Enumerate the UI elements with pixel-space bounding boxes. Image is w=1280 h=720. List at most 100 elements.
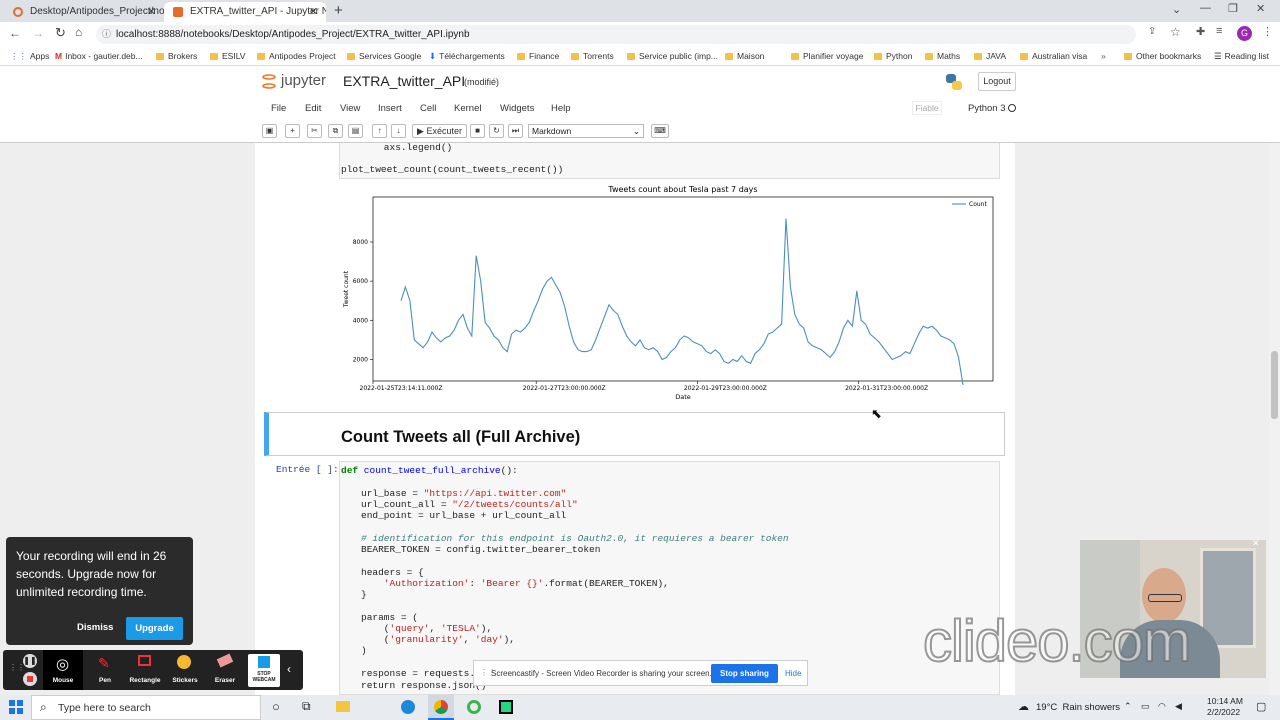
menu-cell[interactable]: Cell: [420, 103, 436, 114]
bookmark-planifier-voyage[interactable]: Planifier voyage: [791, 51, 863, 61]
menu-insert[interactable]: Insert: [378, 103, 402, 114]
close-tab-icon[interactable]: ✕: [147, 2, 156, 22]
bookmark-maison[interactable]: Maison: [725, 51, 764, 61]
pause-icon[interactable]: ❚❚: [23, 654, 37, 668]
profile-avatar[interactable]: G: [1237, 26, 1252, 41]
collapse-toolbar-icon[interactable]: ‹: [287, 662, 291, 676]
minimize-icon[interactable]: —: [1200, 2, 1211, 14]
weather-text[interactable]: 19°C Rain showers: [1036, 702, 1120, 713]
trusted-indicator[interactable]: Fiable: [912, 101, 942, 115]
notebook-title[interactable]: EXTRA_twitter_API: [343, 73, 465, 89]
bookmark-esilv[interactable]: ESILV: [210, 51, 245, 61]
page-scrollbar[interactable]: [1269, 143, 1280, 695]
close-webcam-icon[interactable]: ✕: [1252, 540, 1260, 549]
more-bookmarks-icon[interactable]: »: [1101, 51, 1106, 61]
bookmark-other[interactable]: Other bookmarks: [1124, 51, 1201, 61]
paste-icon[interactable]: ▤: [348, 124, 363, 138]
back-icon[interactable]: ←: [9, 26, 21, 40]
dismiss-button[interactable]: Dismiss: [77, 622, 113, 633]
restart-run-all-icon[interactable]: ⏭: [508, 124, 523, 138]
tool-rectangle[interactable]: Rectangle: [125, 650, 165, 690]
network-icon[interactable]: ▭: [1141, 701, 1150, 712]
bookmark-finance[interactable]: Finance: [517, 51, 559, 61]
jupyter-logo-text[interactable]: jupyter: [281, 72, 326, 89]
stop-webcam-button[interactable]: STOP WEBCAM: [248, 654, 280, 687]
menu-kebab-icon[interactable]: ⋮: [1262, 25, 1273, 38]
save-icon[interactable]: ▣: [262, 124, 277, 138]
wifi-icon[interactable]: ◠: [1158, 701, 1166, 712]
add-cell-icon[interactable]: +: [285, 124, 300, 138]
hide-share-bar-button[interactable]: Hide: [785, 669, 801, 678]
code-line: def count_tweet_full_archive():: [341, 465, 518, 476]
bookmark-telechargements[interactable]: ⬇ Téléchargements: [429, 51, 505, 62]
tool-eraser[interactable]: Eraser: [205, 650, 245, 690]
home-icon[interactable]: ⌂: [75, 25, 82, 39]
clock-time[interactable]: 10:14 AM: [1207, 696, 1243, 706]
command-palette-icon[interactable]: ⌨: [651, 124, 669, 138]
windows-start-icon[interactable]: [9, 700, 23, 714]
close-window-icon[interactable]: ✕: [1256, 2, 1265, 15]
scrollbar-thumb[interactable]: [1271, 351, 1278, 419]
reload-icon[interactable]: ↻: [55, 25, 66, 41]
interrupt-icon[interactable]: ■: [470, 124, 485, 138]
drag-handle-icon[interactable]: ⋮⋮: [9, 663, 25, 672]
clock-date[interactable]: 2/2/2022: [1207, 707, 1240, 717]
tool-stickers[interactable]: Stickers: [165, 650, 205, 690]
logout-button[interactable]: Logout: [978, 72, 1016, 91]
close-tab-icon[interactable]: ✕: [309, 2, 318, 22]
taskbar-search-box[interactable]: ⌕ Type here to search: [31, 695, 261, 720]
reading-list[interactable]: ☰ Reading list: [1214, 51, 1269, 62]
file-explorer-icon[interactable]: [336, 701, 350, 712]
cell-type-select[interactable]: Markdown ⌄: [528, 124, 644, 138]
notifications-icon[interactable]: ▢: [1256, 700, 1266, 713]
cortana-icon[interactable]: ○: [272, 699, 280, 714]
move-down-icon[interactable]: ↓: [391, 124, 406, 138]
menu-view[interactable]: View: [340, 103, 360, 114]
menu-kernel[interactable]: Kernel: [454, 103, 481, 114]
bookmark-services-google[interactable]: Services Google: [347, 51, 421, 61]
bookmark-python[interactable]: Python: [874, 51, 912, 61]
maximize-icon[interactable]: ❐: [1228, 2, 1238, 15]
code-line: url_base = "https://api.twitter.com": [361, 488, 567, 499]
move-up-icon[interactable]: ↑: [372, 124, 387, 138]
share-icon[interactable]: ⇪: [1148, 26, 1156, 37]
tool-pen[interactable]: ✎ Pen: [85, 650, 125, 690]
forward-icon[interactable]: →: [32, 26, 44, 40]
menu-file[interactable]: File: [271, 103, 286, 114]
menu-widgets[interactable]: Widgets: [500, 103, 534, 114]
bookmark-maths[interactable]: Maths: [925, 51, 960, 61]
menu-edit[interactable]: Edit: [305, 103, 321, 114]
bookmark-antipodes[interactable]: Antipodes Project: [257, 51, 336, 61]
browser-tab-1[interactable]: Desktop/Antipodes_Project/note ✕: [4, 2, 164, 22]
upgrade-button[interactable]: Upgrade: [126, 617, 183, 640]
bookmark-torrents[interactable]: Torrents: [571, 51, 614, 61]
bookmark-inbox[interactable]: M Inbox - gautier.deb...: [55, 51, 143, 61]
bookmark-apps[interactable]: ⋮⋮ Apps: [10, 51, 49, 62]
address-bar[interactable]: ⓘ localhost:8888/notebooks/Desktop/Antip…: [96, 25, 1136, 44]
task-view-icon[interactable]: ⧉: [302, 699, 311, 714]
extensions-icon[interactable]: ✚: [1196, 25, 1205, 38]
stop-sharing-button[interactable]: Stop sharing: [711, 664, 778, 683]
browser-tab-2[interactable]: EXTRA_twitter_API - Jupyter Note ✕: [164, 2, 326, 22]
media-icon[interactable]: ≡: [1216, 25, 1222, 37]
tray-chevron-icon[interactable]: ⌃: [1124, 701, 1132, 712]
edge-icon[interactable]: [401, 700, 415, 714]
menu-help[interactable]: Help: [551, 103, 571, 114]
chrome-taskbar-button[interactable]: [428, 695, 454, 720]
restart-icon[interactable]: ↻: [489, 124, 504, 138]
pycharm-icon[interactable]: [499, 700, 513, 714]
bookmark-brokers[interactable]: Brokers: [156, 51, 197, 61]
run-button[interactable]: ▶ Exécuter: [412, 124, 467, 138]
tool-mouse[interactable]: ◎ Mouse: [43, 650, 83, 690]
new-tab-icon[interactable]: +: [334, 2, 343, 19]
anaconda-icon[interactable]: [467, 700, 481, 714]
bookmark-service-public[interactable]: Service public (imp...: [627, 51, 718, 61]
tab-search-icon[interactable]: ⌄: [1172, 3, 1181, 16]
bookmark-australian-visa[interactable]: Australian visa: [1020, 51, 1087, 61]
volume-icon[interactable]: ◀: [1175, 701, 1182, 712]
cut-icon[interactable]: ✂: [307, 124, 322, 138]
bookmark-star-icon[interactable]: ☆: [1170, 25, 1181, 39]
bookmark-java[interactable]: JAVA: [974, 51, 1006, 61]
copy-icon[interactable]: ⧉: [328, 124, 343, 138]
stop-record-icon[interactable]: [23, 672, 37, 686]
